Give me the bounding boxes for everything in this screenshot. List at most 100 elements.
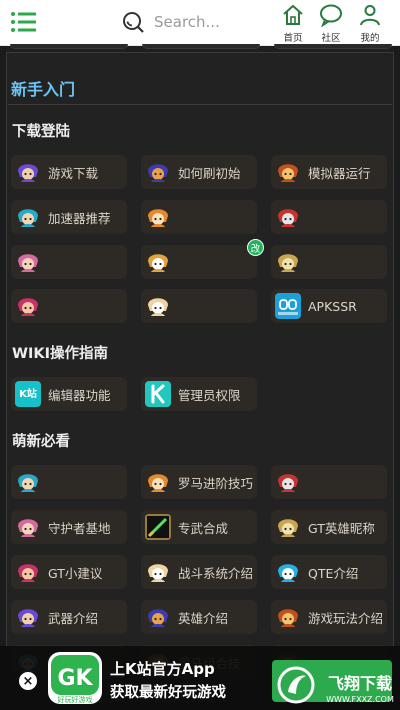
ad-subtitle: 获取最新好玩游戏	[110, 685, 226, 701]
wiki-card[interactable]: 管理员权限	[141, 377, 257, 411]
card-label: 加速器推荐	[48, 210, 111, 226]
group-title-newbie: 萌新必看	[12, 434, 70, 450]
download-card[interactable]	[271, 200, 387, 234]
hero-avatar-icon	[275, 159, 301, 185]
watermark-logo: 飞翔下载 WWW.FXXZ.COM	[277, 666, 394, 704]
hero-avatar-icon	[145, 469, 171, 495]
newbie-card[interactable]: 专武合成	[141, 510, 257, 544]
newbie-card[interactable]	[11, 465, 127, 499]
hero-avatar-icon	[15, 204, 41, 230]
download-card[interactable]	[141, 289, 257, 323]
hero-avatar-icon	[275, 604, 301, 630]
hero-avatar-icon	[145, 249, 171, 275]
newbie-card[interactable]	[271, 465, 387, 499]
kzhan-icon: K站	[15, 381, 41, 407]
close-icon[interactable]: ×	[19, 672, 37, 690]
card-label: 模拟器运行	[308, 165, 371, 181]
card-label: 游戏下载	[48, 165, 99, 181]
nav-me[interactable]: 我的	[352, 3, 388, 44]
download-card[interactable]	[11, 289, 127, 323]
card-label: 英雄介绍	[178, 610, 229, 626]
card-label: APKSSR	[308, 298, 357, 314]
svg-text:K站: K站	[19, 387, 37, 400]
search-icon	[123, 12, 144, 33]
divider	[8, 104, 392, 105]
newbie-card[interactable]: GT英雄昵称	[271, 510, 387, 544]
hero-avatar-icon	[145, 204, 171, 230]
chat-icon	[320, 4, 342, 27]
hero-avatar-icon	[15, 293, 41, 319]
apkssr-icon	[275, 293, 301, 319]
hero-avatar-icon	[15, 559, 41, 585]
previous-card-edge	[142, 44, 260, 49]
top-bar: Search... 首页 社区 我的	[0, 0, 400, 46]
download-card[interactable]	[11, 245, 127, 279]
hero-avatar-icon	[15, 249, 41, 275]
newbie-card[interactable]: 守护者基地	[11, 510, 127, 544]
card-label: 专武合成	[178, 520, 229, 536]
download-card[interactable]	[141, 245, 257, 279]
previous-card-edge	[274, 44, 392, 49]
weapon-icon	[145, 514, 171, 540]
edited-badge: 改	[247, 239, 264, 256]
card-label: 罗马进阶技巧	[178, 475, 254, 491]
card-label: 如何刷初始	[178, 165, 241, 181]
card-label: QTE介绍	[308, 565, 359, 581]
hero-avatar-icon	[15, 469, 41, 495]
card-label: 编辑器功能	[48, 387, 111, 403]
previous-card-edge	[10, 44, 128, 49]
app-logo: GK 好玩好游戏	[48, 652, 102, 704]
newbie-card[interactable]: 罗马进阶技巧	[141, 465, 257, 499]
newbie-card[interactable]: 武器介绍	[11, 600, 127, 634]
hero-avatar-icon	[145, 559, 171, 585]
download-card[interactable]	[141, 200, 257, 234]
hero-avatar-icon	[145, 159, 171, 185]
hero-avatar-icon	[275, 559, 301, 585]
card-label: GT英雄昵称	[308, 520, 375, 536]
user-icon	[360, 5, 380, 26]
hero-avatar-icon	[145, 293, 171, 319]
newbie-card[interactable]: 英雄介绍	[141, 600, 257, 634]
card-label: 战斗系统介绍	[178, 565, 254, 581]
download-card[interactable]: 如何刷初始	[141, 155, 257, 189]
hero-avatar-icon	[15, 604, 41, 630]
nav-me-label: 我的	[360, 33, 380, 44]
hero-avatar-icon	[275, 204, 301, 230]
ad-title: 上K站官方App	[110, 660, 215, 678]
newbie-card[interactable]: QTE介绍	[271, 555, 387, 589]
group-title-wiki: WIKI操作指南	[12, 346, 109, 362]
newbie-card[interactable]: GT小建议	[11, 555, 127, 589]
hero-avatar-icon	[145, 604, 171, 630]
watermark-url: WWW.FXXZ.COM	[326, 695, 394, 704]
hero-avatar-icon	[15, 159, 41, 185]
download-card[interactable]: 游戏下载	[11, 155, 127, 189]
search-placeholder: Search...	[154, 13, 220, 31]
k-admin-icon	[145, 381, 171, 407]
hero-avatar-icon	[15, 514, 41, 540]
nav-home-label: 首页	[283, 33, 303, 44]
hero-avatar-icon	[275, 469, 301, 495]
download-card[interactable]: 模拟器运行	[271, 155, 387, 189]
nav-community[interactable]: 社区	[313, 3, 349, 44]
app-logo-text: GK	[57, 666, 93, 691]
newbie-card[interactable]: 游戏玩法介绍	[271, 600, 387, 634]
download-card[interactable]: 加速器推荐	[11, 200, 127, 234]
group-title-download: 下载登陆	[12, 124, 70, 140]
menu-icon[interactable]	[10, 10, 38, 34]
card-label: 管理员权限	[178, 387, 241, 403]
download-card[interactable]	[271, 245, 387, 279]
app-logo-subtext: 好玩好游戏	[58, 695, 93, 704]
wiki-card[interactable]: K站 编辑器功能	[11, 377, 127, 411]
hero-avatar-icon	[275, 514, 301, 540]
search-box[interactable]: Search...	[118, 6, 278, 38]
card-label: GT小建议	[48, 565, 103, 581]
watermark-text: 飞翔下载	[328, 674, 392, 693]
card-label: 守护者基地	[48, 520, 111, 536]
card-label: 游戏玩法介绍	[308, 610, 384, 626]
hero-avatar-icon	[275, 249, 301, 275]
section-title: 新手入门	[11, 80, 76, 99]
card-label: 武器介绍	[48, 610, 99, 626]
download-card[interactable]: APKSSR	[271, 289, 387, 323]
newbie-card[interactable]: 战斗系统介绍	[141, 555, 257, 589]
nav-home[interactable]: 首页	[275, 3, 311, 44]
